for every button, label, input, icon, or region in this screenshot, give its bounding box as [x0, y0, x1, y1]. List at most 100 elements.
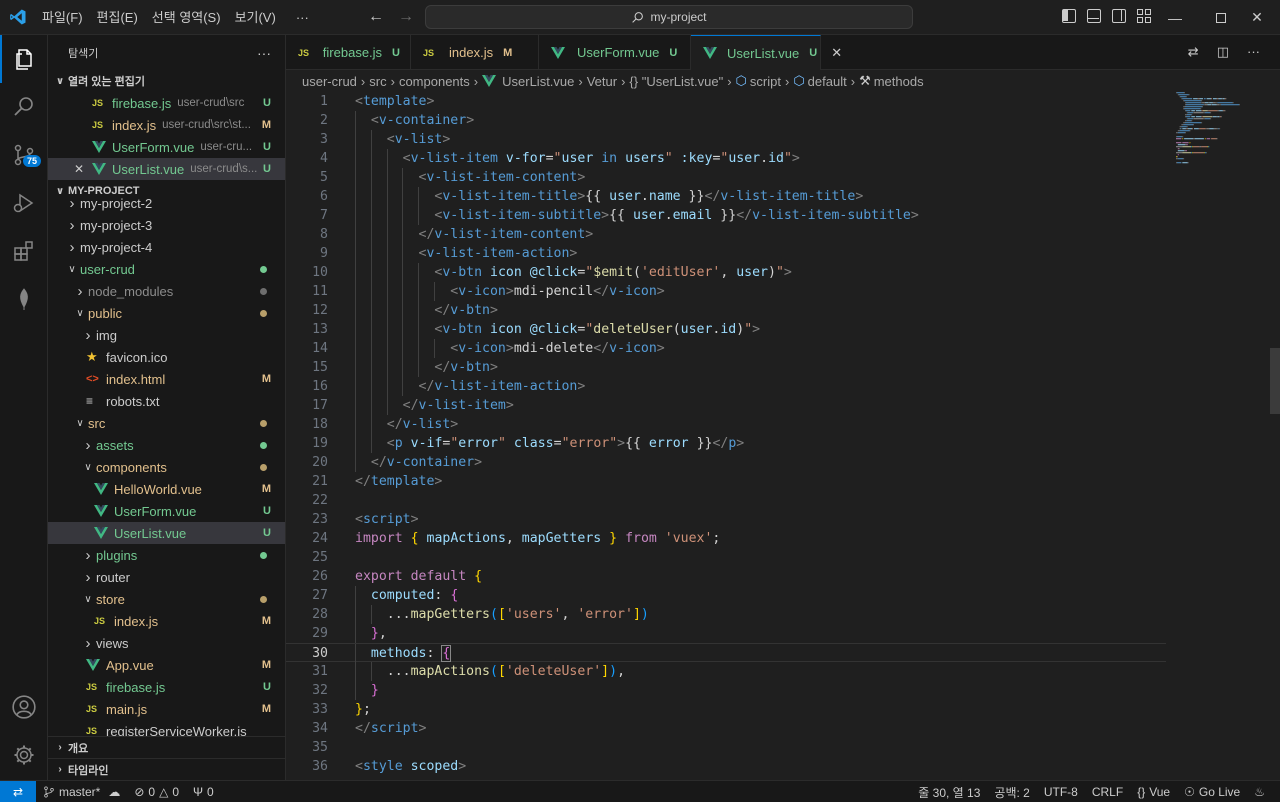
toggle-primary-sidebar-icon[interactable]	[1062, 9, 1076, 23]
code-line[interactable]: 24 import { mapActions, mapGetters } from…	[286, 529, 1166, 548]
file-item[interactable]: JS index.js M	[48, 610, 285, 632]
customize-layout-icon[interactable]	[1137, 9, 1151, 23]
ports-indicator[interactable]: Ψ 0	[186, 785, 221, 799]
code-line[interactable]: 31 ...mapActions(['deleteUser']),	[286, 662, 1166, 681]
open-editors-header[interactable]: ∨ 열려 있는 편집기	[48, 70, 285, 92]
code-line[interactable]: 3 <v-list>	[286, 130, 1166, 149]
language-mode[interactable]: {} Vue	[1130, 785, 1177, 799]
code-line[interactable]: 12 </v-btn>	[286, 301, 1166, 320]
menu-view[interactable]: 보기(V)	[228, 0, 283, 35]
code-line[interactable]: 23 <script>	[286, 510, 1166, 529]
folder-item[interactable]: › assets	[48, 434, 285, 456]
tab-firebase-js[interactable]: JS firebase.js U	[286, 35, 411, 70]
open-editor-item[interactable]: UserForm.vue user-cru... U	[48, 136, 285, 158]
tab-close-icon[interactable]: ✕	[831, 45, 842, 61]
code-line[interactable]: 21 </template>	[286, 472, 1166, 491]
code-line[interactable]: 11 <v-icon>mdi-pencil</v-icon>	[286, 282, 1166, 301]
menu-more[interactable]: ···	[289, 0, 316, 35]
breadcrumb-item[interactable]: user-crud	[302, 74, 357, 89]
code-line[interactable]: 1 <template>	[286, 92, 1166, 111]
folder-item[interactable]: › my-project-2	[48, 192, 285, 214]
more-actions-icon[interactable]: ···	[1247, 44, 1260, 60]
end-of-line[interactable]: CRLF	[1085, 785, 1130, 799]
menu-selection[interactable]: 선택 영역(S)	[145, 0, 228, 35]
breadcrumb-item[interactable]: {} "UserList.vue"	[629, 74, 723, 89]
editor-scrollbar[interactable]	[1270, 348, 1280, 414]
code-line[interactable]: 16 </v-list-item-action>	[286, 377, 1166, 396]
code-line[interactable]: 17 </v-list-item>	[286, 396, 1166, 415]
forward-arrow-icon[interactable]: →	[398, 8, 414, 26]
mongodb-leaf-icon[interactable]	[0, 275, 48, 323]
code-line[interactable]: 2 <v-container>	[286, 111, 1166, 130]
file-item[interactable]: <> index.html M	[48, 368, 285, 390]
explorer-more-button[interactable]: ···	[257, 45, 271, 61]
code-line[interactable]: 22	[286, 491, 1166, 510]
folder-item[interactable]: › my-project-3	[48, 214, 285, 236]
folder-item[interactable]: ∨ src	[48, 412, 285, 434]
file-item[interactable]: UserForm.vue U	[48, 500, 285, 522]
search-activity-icon[interactable]	[0, 83, 48, 131]
folder-item[interactable]: › views	[48, 632, 285, 654]
remote-indicator-icon[interactable]: ⇄	[0, 780, 36, 802]
folder-item[interactable]: ∨ components	[48, 456, 285, 478]
code-line[interactable]: 9 <v-list-item-action>	[286, 244, 1166, 263]
code-editor[interactable]: 1 <template> 2 <v-container> 3 <v-list> 4 <v…	[286, 92, 1280, 780]
folder-item[interactable]: › node_modules	[48, 280, 285, 302]
file-item[interactable]: ★ favicon.ico	[48, 346, 285, 368]
code-line[interactable]: 29 },	[286, 624, 1166, 643]
menu-edit[interactable]: 편집(E)	[90, 0, 145, 35]
code-line[interactable]: 26 export default {	[286, 567, 1166, 586]
encoding[interactable]: UTF-8	[1037, 785, 1085, 799]
folder-item[interactable]: ∨ public	[48, 302, 285, 324]
split-editor-icon[interactable]: ◫	[1217, 44, 1229, 60]
folder-item[interactable]: › router	[48, 566, 285, 588]
tab-index-js[interactable]: JS index.js M	[411, 35, 539, 70]
open-changes-icon[interactable]: ⇄	[1188, 44, 1199, 60]
toggle-secondary-sidebar-icon[interactable]	[1112, 9, 1126, 23]
code-line[interactable]: 5 <v-list-item-content>	[286, 168, 1166, 187]
code-line[interactable]: 36 <style scoped>	[286, 757, 1166, 776]
command-center-search[interactable]: my-project	[425, 5, 913, 29]
open-editor-item[interactable]: ✕ UserList.vue user-crud\s... U	[48, 158, 285, 180]
explorer-icon[interactable]	[0, 35, 48, 83]
timeline-section-header[interactable]: › 타임라인	[48, 758, 285, 780]
code-line[interactable]: 32 }	[286, 681, 1166, 700]
indentation[interactable]: 공백: 2	[987, 784, 1036, 801]
problems-indicator[interactable]: ⊘ 0 △ 0	[127, 785, 186, 799]
back-arrow-icon[interactable]: ←	[368, 8, 384, 26]
code-line[interactable]: 7 <v-list-item-subtitle>{{ user.email }}…	[286, 206, 1166, 225]
code-line[interactable]: 18 </v-list>	[286, 415, 1166, 434]
breadcrumb-item[interactable]: src	[369, 74, 386, 89]
breadcrumb-item[interactable]: components	[399, 74, 470, 89]
file-item[interactable]: JS main.js M	[48, 698, 285, 720]
file-item[interactable]: ≡ robots.txt	[48, 390, 285, 412]
code-line[interactable]: 28 ...mapGetters(['users', 'error'])	[286, 605, 1166, 624]
code-line[interactable]: 13 <v-btn icon @click="deleteUser(user.i…	[286, 320, 1166, 339]
file-item[interactable]: HelloWorld.vue M	[48, 478, 285, 500]
file-item[interactable]: JS firebase.js U	[48, 676, 285, 698]
open-editor-item[interactable]: JS index.js user-crud\src\st... M	[48, 114, 285, 136]
code-line[interactable]: 20 </v-container>	[286, 453, 1166, 472]
folder-item[interactable]: › my-project-4	[48, 236, 285, 258]
code-line[interactable]: 10 <v-btn icon @click="$emit('editUser',…	[286, 263, 1166, 282]
folder-item[interactable]: ∨ store	[48, 588, 285, 610]
breadcrumb-item[interactable]: script	[750, 74, 781, 89]
folder-item[interactable]: › plugins	[48, 544, 285, 566]
code-line[interactable]: 34 </script>	[286, 719, 1166, 738]
account-icon[interactable]	[0, 683, 48, 731]
folder-item[interactable]: ∨ user-crud	[48, 258, 285, 280]
file-item[interactable]: UserList.vue U	[48, 522, 285, 544]
code-line[interactable]: 25	[286, 548, 1166, 567]
code-line[interactable]: 27 computed: {	[286, 586, 1166, 605]
breadcrumb-item[interactable]: UserList.vue	[502, 74, 574, 89]
breadcrumb-item[interactable]: methods	[874, 74, 924, 89]
cursor-position[interactable]: 줄 30, 열 13	[911, 784, 987, 801]
file-item[interactable]: App.vue M	[48, 654, 285, 676]
code-line[interactable]: 8 </v-list-item-content>	[286, 225, 1166, 244]
open-editor-item[interactable]: JS firebase.js user-crud\src U	[48, 92, 285, 114]
code-line[interactable]: 14 <v-icon>mdi-delete</v-icon>	[286, 339, 1166, 358]
menu-file[interactable]: 파일(F)	[35, 0, 90, 35]
code-line[interactable]: 33};	[286, 700, 1166, 719]
minimize-icon[interactable]: —	[1152, 0, 1198, 35]
close-icon[interactable]: ✕	[74, 162, 92, 176]
